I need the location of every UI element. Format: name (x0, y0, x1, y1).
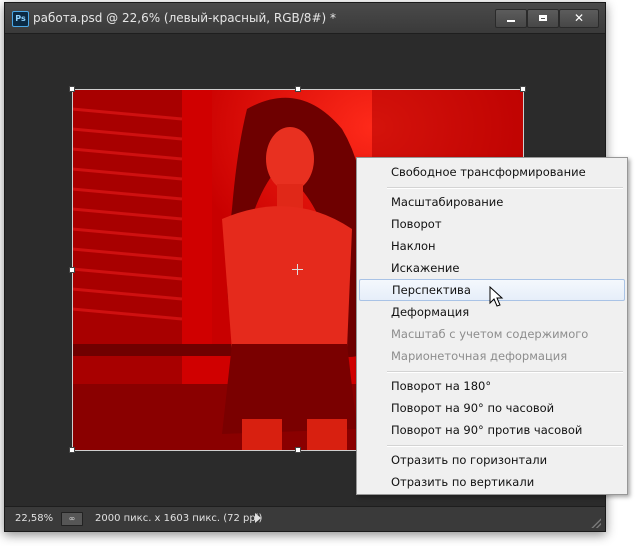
menu-item-scale[interactable]: Масштабирование (359, 191, 625, 213)
photoshop-app-icon: Ps (12, 11, 29, 27)
menu-item-warp[interactable]: Деформация (359, 301, 625, 323)
menu-item-content-aware-scale: Масштаб с учетом содержимого (391, 327, 589, 341)
handle-middle-left[interactable] (69, 267, 75, 273)
handle-top-center[interactable] (295, 86, 301, 92)
menu-item-rotate-90-ccw[interactable]: Поворот на 90° против часовой (359, 419, 625, 441)
menu-separator (387, 445, 623, 447)
menu-item-flip-vertical[interactable]: Отразить по вертикали (359, 471, 625, 493)
maximize-button[interactable] (527, 9, 559, 28)
transform-context-menu: Свободное трансформирование Масштабирова… (356, 157, 628, 495)
menu-separator (387, 187, 623, 189)
handle-bottom-center[interactable] (295, 447, 301, 453)
menu-item-puppet-warp: Марионеточная деформация (391, 349, 568, 363)
title-bar[interactable]: Ps работа.psd @ 22,6% (левый-красный, RG… (5, 3, 605, 34)
document-title: работа.psd @ 22,6% (левый-красный, RGB/8… (33, 11, 336, 25)
close-button[interactable]: ✕ (559, 9, 599, 28)
minimize-icon (507, 20, 515, 22)
menu-item-skew[interactable]: Наклон (359, 235, 625, 257)
handle-top-left[interactable] (69, 86, 75, 92)
menu-item-perspective[interactable]: Перспектива (359, 279, 625, 301)
menu-item-free-transform[interactable]: Свободное трансформирование (359, 161, 625, 183)
status-info-icon[interactable]: ∞ (61, 512, 83, 526)
handle-top-right[interactable] (520, 86, 526, 92)
zoom-level[interactable]: 22,58% (15, 513, 53, 524)
document-info: 2000 пикс. x 1603 пикс. (72 ppi) (95, 513, 263, 524)
transform-center-point[interactable] (292, 264, 303, 275)
maximize-icon (539, 15, 547, 21)
menu-item-rotate-90-cw[interactable]: Поворот на 90° по часовой (359, 397, 625, 419)
minimize-button[interactable] (495, 9, 527, 28)
menu-item-flip-horizontal[interactable]: Отразить по горизонтали (359, 449, 625, 471)
resize-grip-icon[interactable] (589, 516, 601, 528)
menu-item-distort[interactable]: Искажение (359, 257, 625, 279)
handle-bottom-left[interactable] (69, 447, 75, 453)
close-icon: ✕ (573, 11, 585, 25)
menu-item-rotate[interactable]: Поворот (359, 213, 625, 235)
menu-item-rotate-180[interactable]: Поворот на 180° (359, 375, 625, 397)
status-menu-arrow-icon[interactable] (255, 513, 261, 523)
status-bar: 22,58% ∞ 2000 пикс. x 1603 пикс. (72 ppi… (5, 506, 605, 531)
menu-separator (387, 371, 623, 373)
